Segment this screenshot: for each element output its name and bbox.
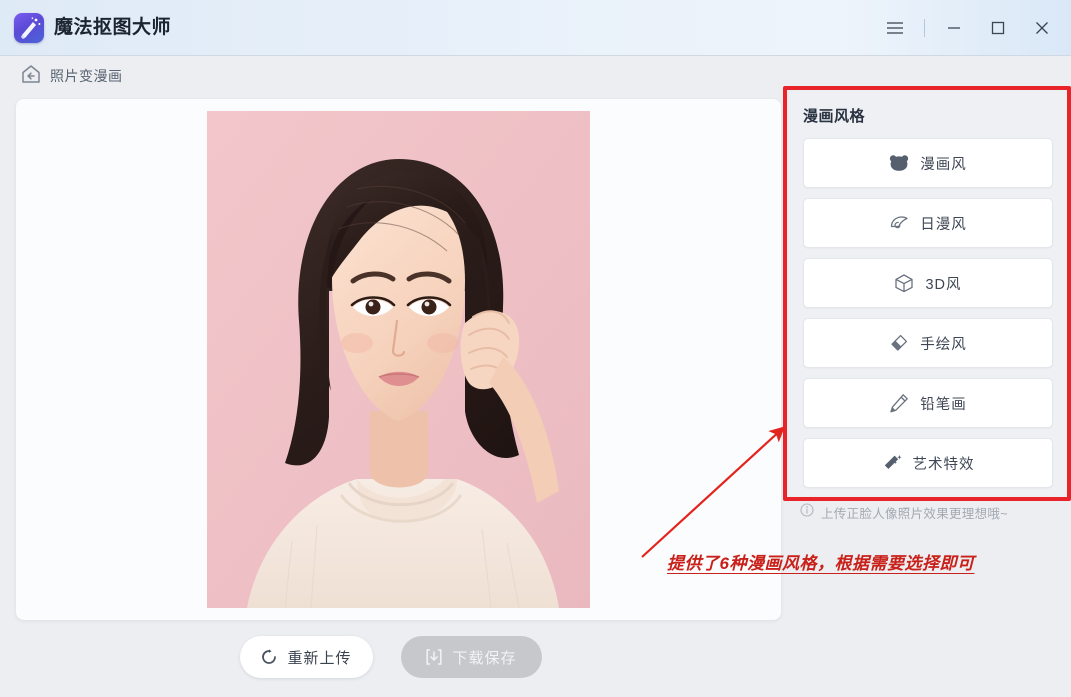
style-item-qianbihua[interactable]: 铅笔画 xyxy=(803,378,1053,428)
title-bar-left: 魔法抠图大师 xyxy=(0,0,874,55)
app-window: 魔法抠图大师 照片变漫画 漫画风格 漫画风 日漫风 3D风 手绘风 铅笔画 艺术… xyxy=(0,0,1071,697)
home-back-icon[interactable] xyxy=(20,63,42,90)
konoha-leaf-icon xyxy=(889,214,909,232)
style-item-label: 手绘风 xyxy=(920,336,967,353)
download-icon xyxy=(425,648,443,666)
bear-head-icon xyxy=(889,154,909,172)
style-item-3d[interactable]: 3D风 xyxy=(803,258,1053,308)
info-circle-icon xyxy=(800,503,814,522)
app-title: 魔法抠图大师 xyxy=(54,17,172,38)
pencil-icon xyxy=(889,393,909,413)
download-save-button[interactable]: 下载保存 xyxy=(400,636,542,678)
footer-actions: 重新上传 下载保存 xyxy=(0,636,781,678)
preview-photo xyxy=(207,111,590,608)
window-controls xyxy=(874,0,1071,55)
style-item-label: 日漫风 xyxy=(920,216,967,233)
magic-wand-logo-icon xyxy=(14,12,44,43)
style-item-label: 3D风 xyxy=(925,276,962,293)
breadcrumb[interactable]: 照片变漫画 xyxy=(20,62,123,90)
reupload-button-label: 重新上传 xyxy=(287,649,352,667)
cube-icon xyxy=(894,273,914,293)
minimize-icon[interactable] xyxy=(933,0,975,56)
style-item-label: 艺术特效 xyxy=(912,456,975,473)
upload-hint: 上传正脸人像照片效果更理想哦~ xyxy=(800,503,1008,522)
title-bar: 魔法抠图大师 xyxy=(0,0,1071,56)
style-item-label: 漫画风 xyxy=(920,156,967,173)
magic-wand-icon xyxy=(882,453,902,473)
close-icon[interactable] xyxy=(1021,0,1063,56)
style-item-shouhui[interactable]: 手绘风 xyxy=(803,318,1053,368)
reupload-button[interactable]: 重新上传 xyxy=(239,636,373,678)
style-item-label: 铅笔画 xyxy=(920,396,967,413)
annotation-text: 提供了6种漫画风格，根据需要选择即可 xyxy=(667,554,975,573)
eraser-icon xyxy=(889,333,909,353)
hamburger-menu-icon[interactable] xyxy=(874,0,916,56)
download-save-button-label: 下载保存 xyxy=(452,649,517,667)
panel-title: 漫画风格 xyxy=(803,108,866,125)
style-item-riman[interactable]: 日漫风 xyxy=(803,198,1053,248)
comic-style-panel: 漫画风格 漫画风 日漫风 3D风 手绘风 铅笔画 艺术特效 xyxy=(789,91,1067,496)
maximize-icon[interactable] xyxy=(977,0,1019,56)
upload-hint-text: 上传正脸人像照片效果更理想哦~ xyxy=(821,507,1008,521)
breadcrumb-label: 照片变漫画 xyxy=(50,68,123,84)
image-canvas-card xyxy=(16,99,781,620)
style-item-yishutexiao[interactable]: 艺术特效 xyxy=(803,438,1053,488)
style-item-manhua[interactable]: 漫画风 xyxy=(803,138,1053,188)
window-controls-divider xyxy=(924,18,925,37)
refresh-icon xyxy=(260,648,278,666)
